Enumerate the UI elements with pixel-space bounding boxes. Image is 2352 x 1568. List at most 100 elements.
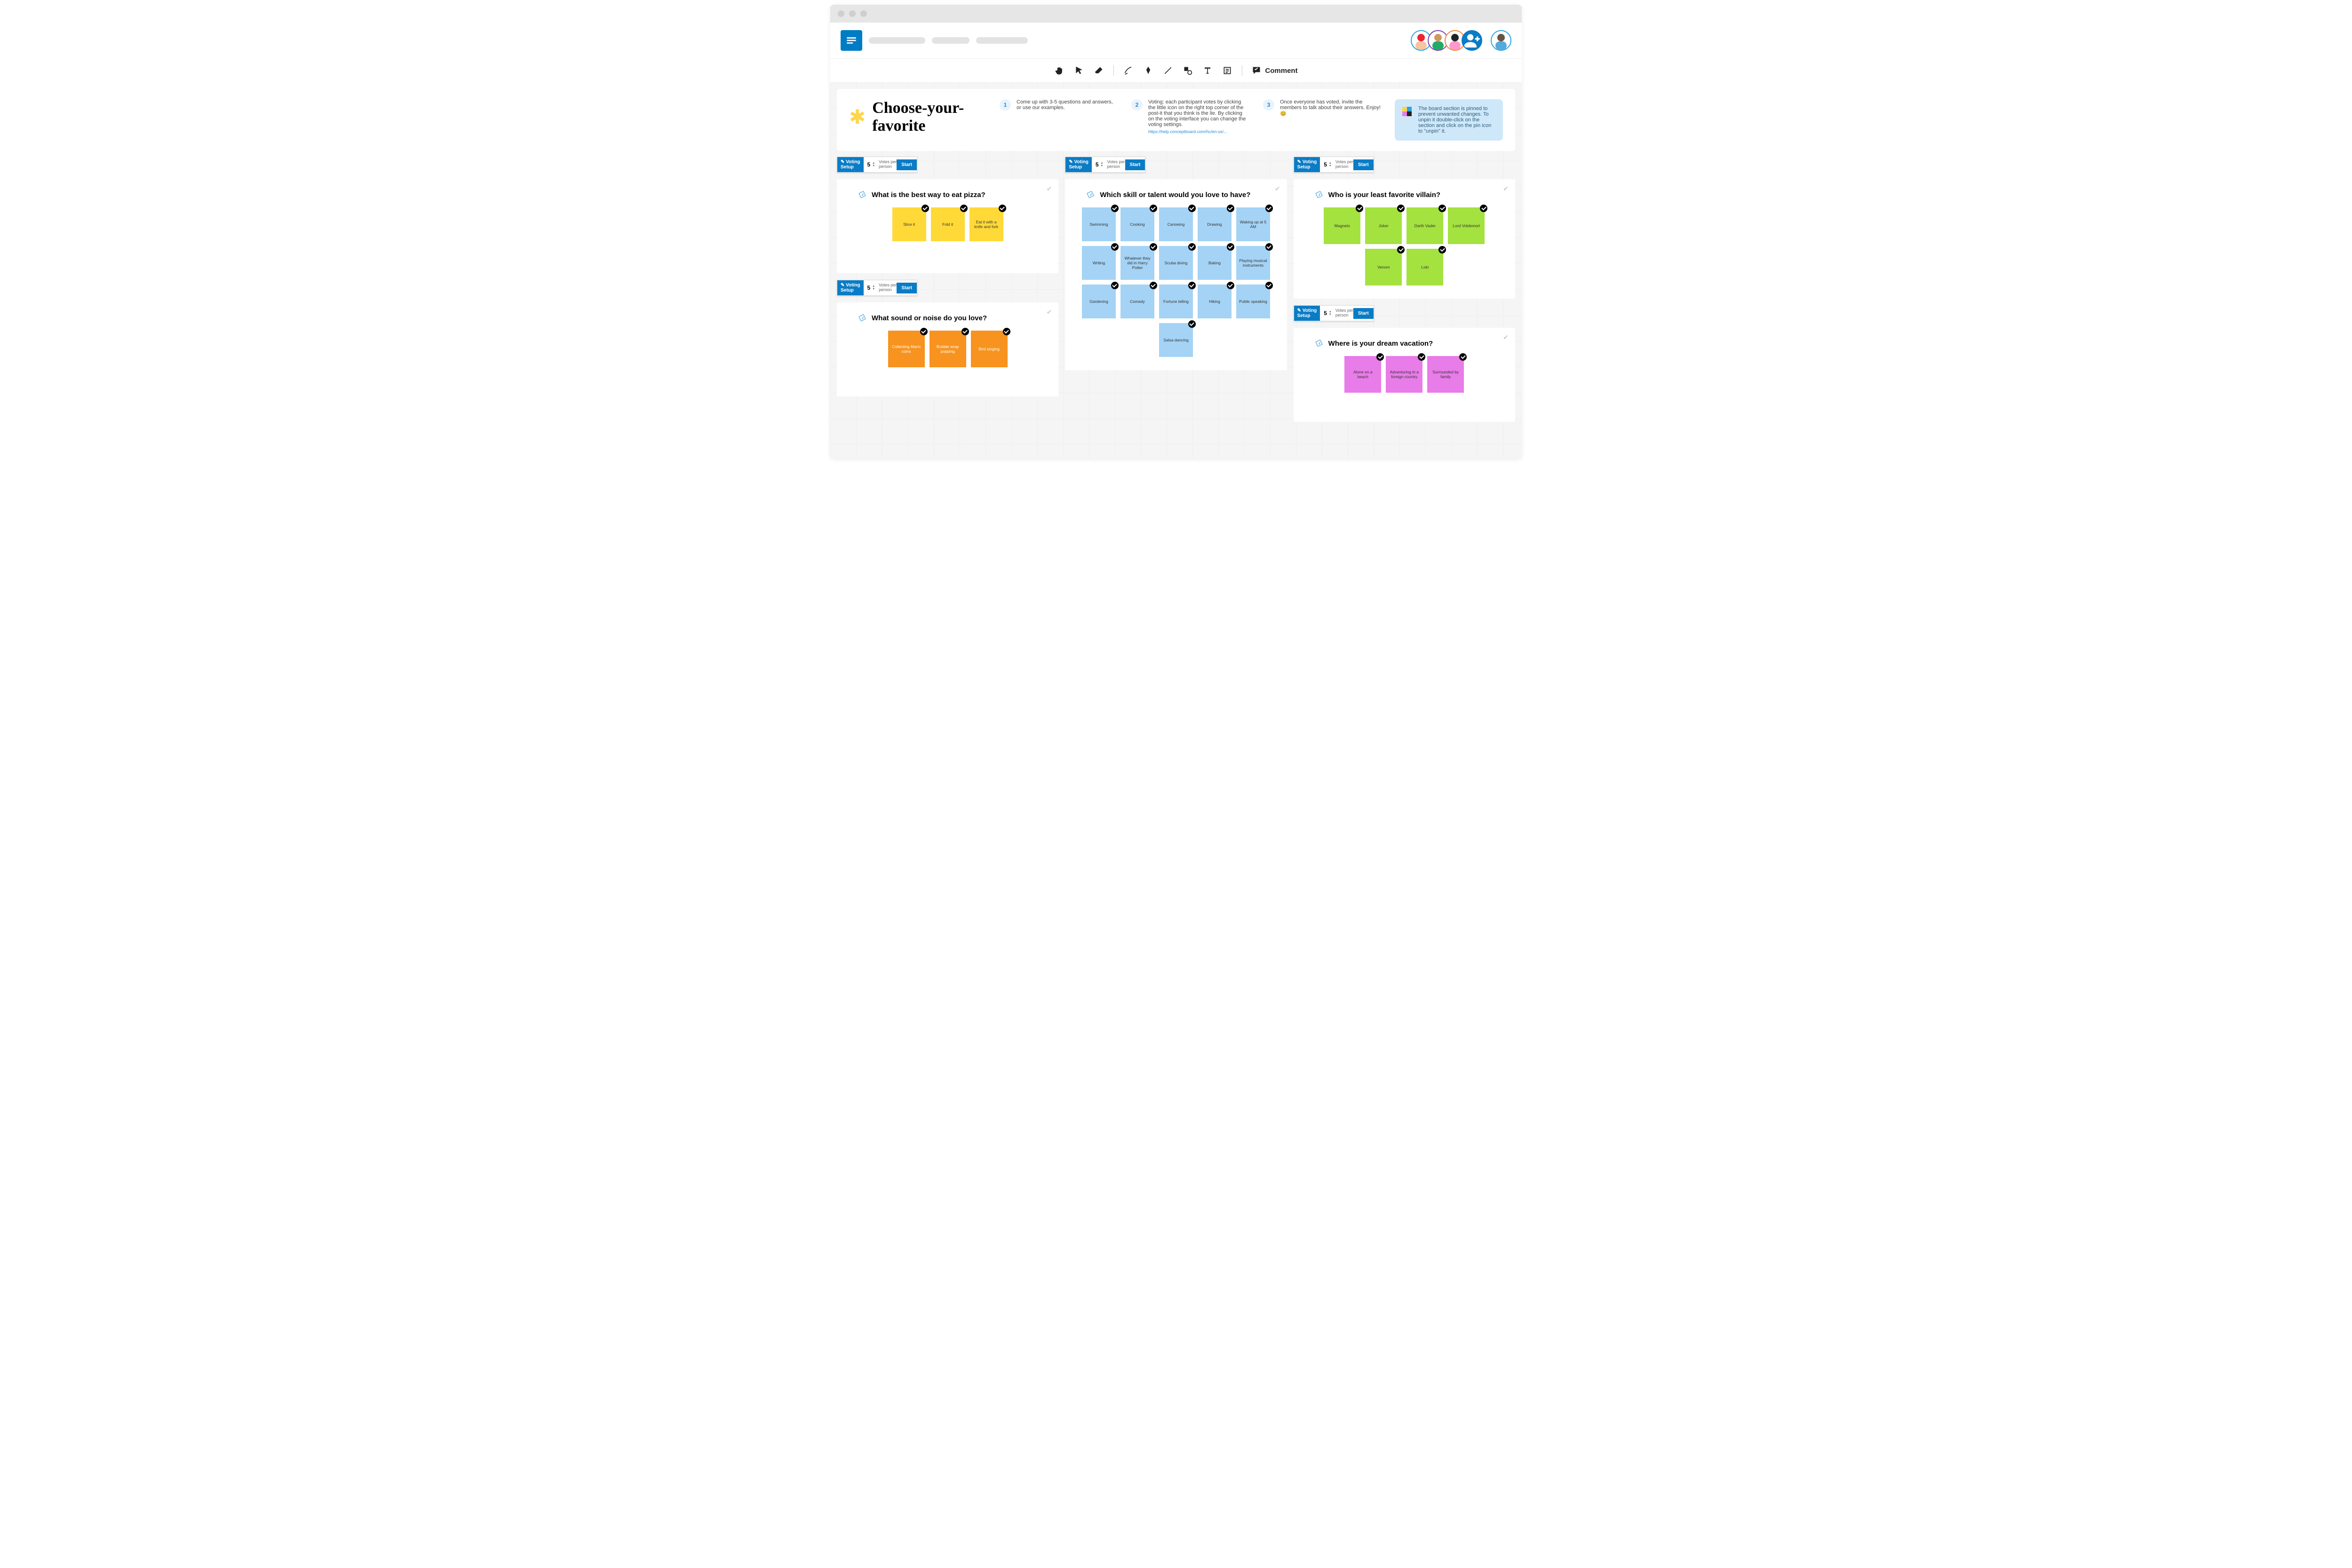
sticky-note[interactable]: Canoeing xyxy=(1159,207,1193,241)
sticky-note[interactable]: Bird singing xyxy=(971,331,1008,367)
vote-check-icon[interactable] xyxy=(920,328,928,335)
vote-check-icon[interactable] xyxy=(1356,205,1363,212)
sticky-note[interactable]: Writing xyxy=(1082,246,1116,280)
vote-check-icon[interactable] xyxy=(1265,205,1273,212)
sticky-note[interactable]: Playing musical instruments xyxy=(1236,246,1270,280)
votes-stepper[interactable]: 5▲▼ xyxy=(1320,159,1335,170)
comment-tool[interactable]: Comment xyxy=(1252,66,1297,75)
vote-check-icon[interactable] xyxy=(1188,243,1196,251)
vote-check-icon[interactable] xyxy=(1188,282,1196,289)
sticky-note[interactable]: Alone on a beach xyxy=(1344,356,1381,393)
voting-setup-button[interactable]: ✎ VotingSetup xyxy=(1065,157,1092,172)
vote-check-icon[interactable] xyxy=(1150,282,1157,289)
vote-check-icon[interactable] xyxy=(1111,205,1119,212)
vote-check-icon[interactable] xyxy=(1111,282,1119,289)
voting-setup-button[interactable]: ✎ VotingSetup xyxy=(837,280,864,295)
sticky-note[interactable]: Drawing xyxy=(1198,207,1232,241)
sticky-note[interactable]: Gardening xyxy=(1082,285,1116,318)
start-voting-button[interactable]: Start xyxy=(1125,159,1145,170)
sticky-note[interactable]: Eat it with a knife and fork xyxy=(969,207,1003,241)
vote-check-icon[interactable] xyxy=(1227,243,1234,251)
sticky-note[interactable]: Surrounded by family xyxy=(1427,356,1464,393)
vote-check-icon[interactable] xyxy=(1480,205,1487,212)
marker-tool-icon[interactable] xyxy=(1143,65,1153,76)
vote-check-icon[interactable] xyxy=(1418,353,1425,361)
vote-check-icon[interactable] xyxy=(1227,205,1234,212)
vote-check-icon[interactable] xyxy=(1265,243,1273,251)
vote-check-icon[interactable] xyxy=(1003,328,1010,335)
sticky-note[interactable]: Swimming xyxy=(1082,207,1116,241)
canvas[interactable]: ✱ Choose-your-favorite 1 Come up with 3-… xyxy=(830,82,1522,459)
sticky-note[interactable]: Venom xyxy=(1365,249,1402,285)
sticky-note[interactable]: Salsa dancing xyxy=(1159,323,1193,357)
vote-check-icon[interactable] xyxy=(1111,243,1119,251)
sticky-note[interactable]: Fold it xyxy=(931,207,965,241)
vote-check-icon[interactable] xyxy=(1188,205,1196,212)
votes-stepper[interactable]: 5▲▼ xyxy=(864,159,879,170)
sticky-note[interactable]: Hiking xyxy=(1198,285,1232,318)
start-voting-button[interactable]: Start xyxy=(1353,308,1374,319)
vote-check-icon[interactable] xyxy=(960,205,968,212)
vote-check-icon[interactable] xyxy=(922,205,929,212)
question-board[interactable]: ✔ Which skill or talent would you love t… xyxy=(1065,179,1287,370)
shape-tool-icon[interactable] xyxy=(1183,65,1193,76)
pen-tool-icon[interactable] xyxy=(1123,65,1134,76)
vote-check-icon[interactable] xyxy=(1438,246,1446,253)
help-link[interactable]: https://help.conceptboard.com/hc/en-us/.… xyxy=(1148,129,1249,134)
text-tool-icon[interactable] xyxy=(1202,65,1213,76)
start-voting-button[interactable]: Start xyxy=(897,159,917,170)
add-user-button[interactable] xyxy=(1462,30,1482,51)
sticky-note[interactable]: Lord Voldemort xyxy=(1448,207,1485,244)
sticky-note[interactable]: Baking xyxy=(1198,246,1232,280)
current-user-avatar[interactable] xyxy=(1491,30,1511,51)
window-dot[interactable] xyxy=(838,10,844,17)
sticky-note[interactable]: Whatever they did in Harry Potter xyxy=(1120,246,1154,280)
voting-setup-button[interactable]: ✎ VotingSetup xyxy=(1294,157,1320,172)
sticky-note[interactable]: Darth Vader xyxy=(1406,207,1443,244)
sticky-note[interactable]: Comedy xyxy=(1120,285,1154,318)
vote-check-icon[interactable] xyxy=(1150,205,1157,212)
eraser-tool-icon[interactable] xyxy=(1094,65,1104,76)
vote-check-icon[interactable] xyxy=(1265,282,1273,289)
sticky-note[interactable]: Slice it xyxy=(892,207,926,241)
line-tool-icon[interactable] xyxy=(1163,65,1173,76)
voting-setup-button[interactable]: ✎ VotingSetup xyxy=(1294,306,1320,321)
sticky-note[interactable]: Bubble wrap popping xyxy=(930,331,966,367)
app-logo[interactable] xyxy=(841,30,862,51)
sticky-note[interactable]: Loki xyxy=(1406,249,1443,285)
vote-check-icon[interactable] xyxy=(999,205,1006,212)
sticky-note[interactable]: Public speaking xyxy=(1236,285,1270,318)
sticky-note[interactable]: Fortune telling xyxy=(1159,285,1193,318)
sticky-note[interactable]: Waking up at 5 AM xyxy=(1236,207,1270,241)
vote-check-icon[interactable] xyxy=(1397,246,1405,253)
sticky-note[interactable]: Collecting Mario coins xyxy=(888,331,925,367)
vote-check-icon[interactable] xyxy=(1188,320,1196,328)
votes-stepper[interactable]: 5▲▼ xyxy=(1320,308,1335,318)
window-dot[interactable] xyxy=(860,10,867,17)
sticky-note[interactable]: Joker xyxy=(1365,207,1402,244)
sticky-note[interactable]: Adventuring in a foreign country xyxy=(1386,356,1422,393)
pointer-tool-icon[interactable] xyxy=(1074,65,1084,76)
sticky-note[interactable]: Scuba diving xyxy=(1159,246,1193,280)
sticky-note[interactable]: Magneto xyxy=(1324,207,1360,244)
question-board[interactable]: ✔ What is the best way to eat pizza? Sli… xyxy=(837,179,1058,273)
vote-check-icon[interactable] xyxy=(1150,243,1157,251)
question-board[interactable]: ✔ Who is your least favorite villain? Ma… xyxy=(1294,179,1515,299)
votes-stepper[interactable]: 5▲▼ xyxy=(864,283,879,293)
sticky-note[interactable]: Cooking xyxy=(1120,207,1154,241)
start-voting-button[interactable]: Start xyxy=(1353,159,1374,170)
voting-setup-button[interactable]: ✎ VotingSetup xyxy=(837,157,864,172)
vote-check-icon[interactable] xyxy=(1459,353,1467,361)
vote-check-icon[interactable] xyxy=(1227,282,1234,289)
window-dot[interactable] xyxy=(849,10,856,17)
votes-stepper[interactable]: 5▲▼ xyxy=(1092,159,1107,170)
start-voting-button[interactable]: Start xyxy=(897,283,917,293)
hand-tool-icon[interactable] xyxy=(1054,65,1065,76)
vote-check-icon[interactable] xyxy=(1376,353,1384,361)
vote-check-icon[interactable] xyxy=(1397,205,1405,212)
question-board[interactable]: ✔ Where is your dream vacation? Alone on… xyxy=(1294,328,1515,422)
question-board[interactable]: ✔ What sound or noise do you love? Colle… xyxy=(837,302,1058,396)
note-tool-icon[interactable] xyxy=(1222,65,1232,76)
vote-check-icon[interactable] xyxy=(1438,205,1446,212)
vote-check-icon[interactable] xyxy=(961,328,969,335)
